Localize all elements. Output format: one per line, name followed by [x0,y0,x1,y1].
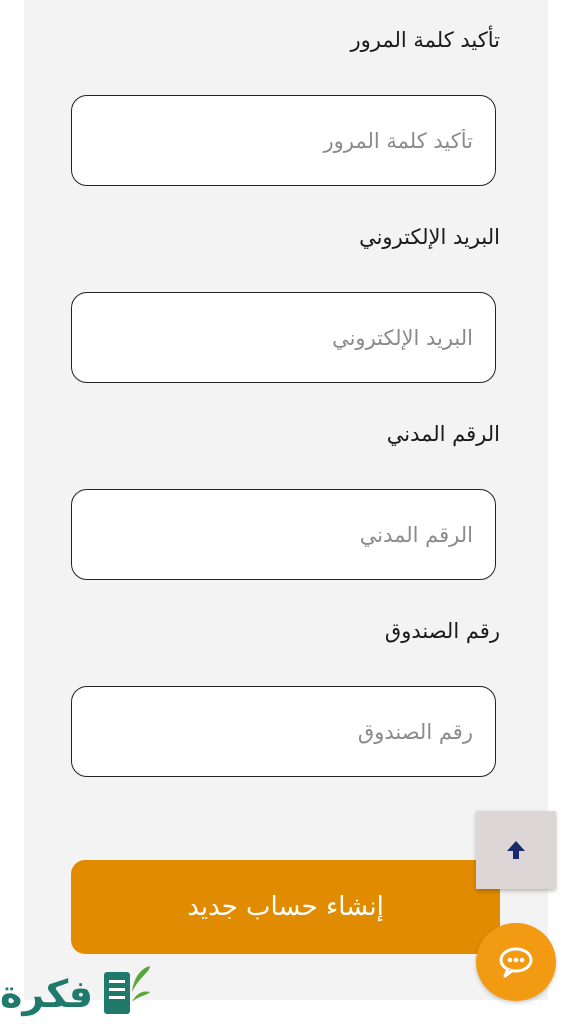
email-field-container [71,292,496,383]
po-box-field[interactable] [72,687,495,776]
email-field[interactable] [72,293,495,382]
po-box-label: رقم الصندوق [384,619,500,643]
civil-id-field-container [71,489,496,580]
scroll-top-button[interactable] [476,811,556,889]
confirm-password-field[interactable] [72,96,495,185]
civil-id-label: الرقم المدني [386,422,500,446]
arrow-up-icon [507,841,525,859]
create-account-button[interactable]: إنشاء حساب جديد [71,860,500,954]
confirm-password-field-container [71,95,496,186]
email-label: البريد الإلكتروني [359,225,500,249]
chat-button[interactable] [476,923,556,1001]
confirm-password-label: تأكيد كلمة المرور [350,28,500,52]
watermark-logo-text: فكرة [0,972,94,1016]
chat-bubble-icon [499,947,533,978]
book-leaf-icon [104,966,150,1014]
po-box-field-container [71,686,496,777]
civil-id-field[interactable] [72,490,495,579]
